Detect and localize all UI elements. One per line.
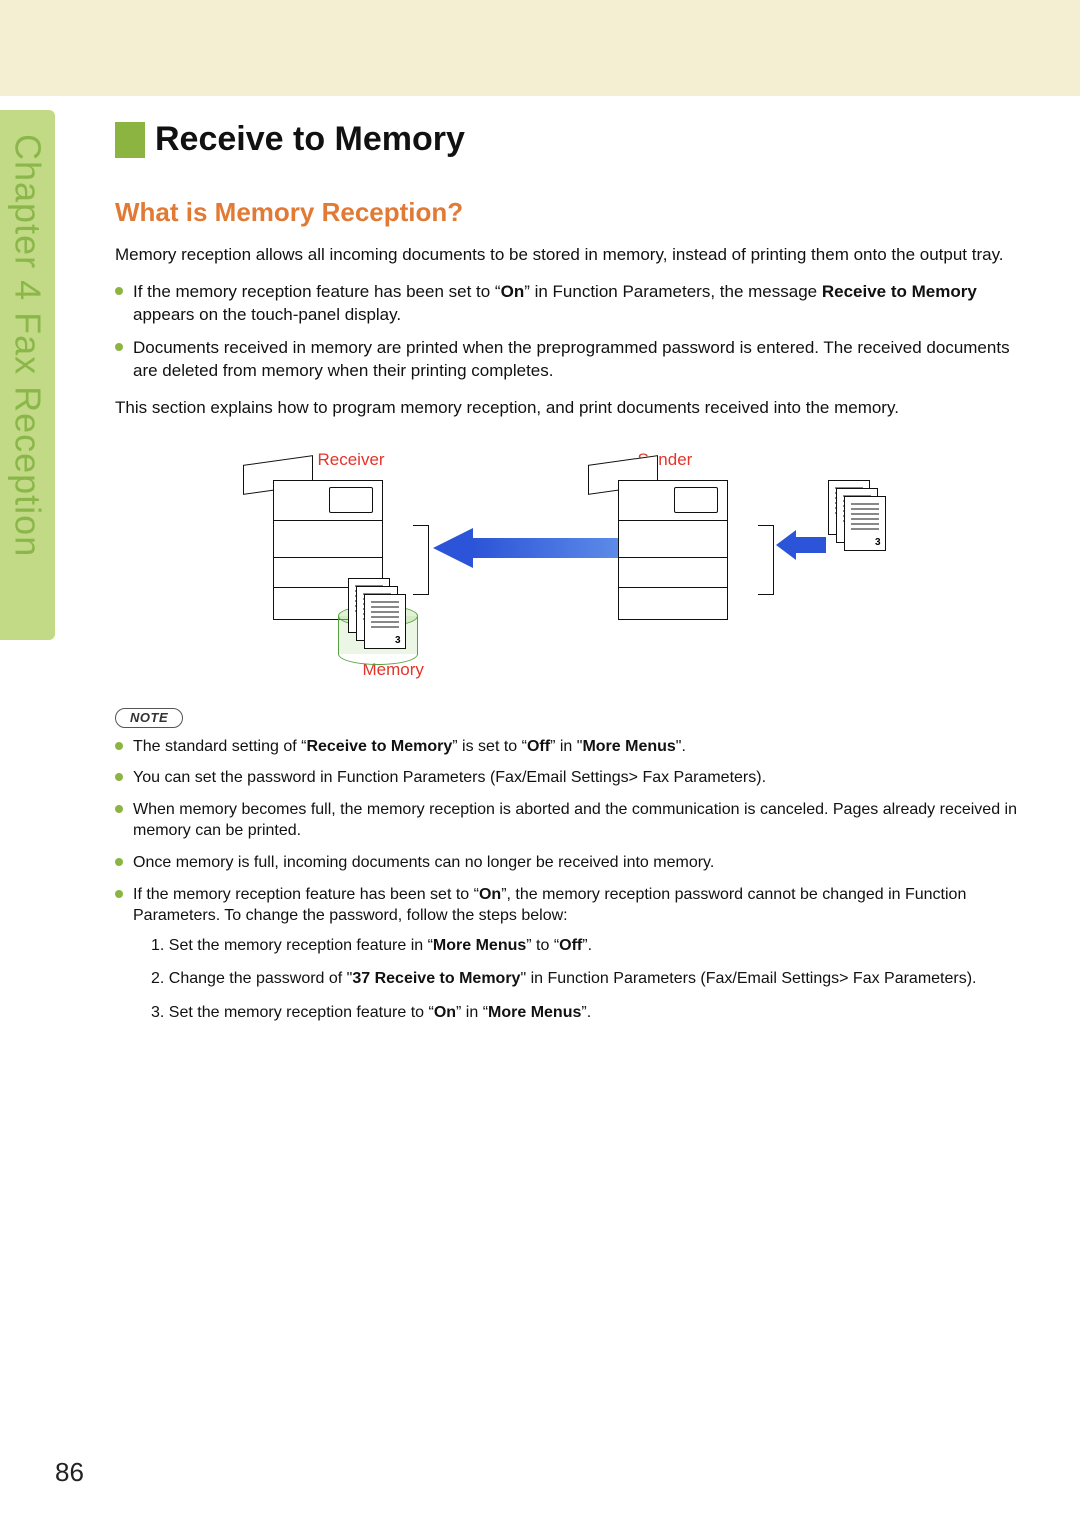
text: If the memory reception feature has been… <box>133 886 479 903</box>
page-number: 86 <box>55 1457 84 1488</box>
note-item: You can set the password in Function Par… <box>115 767 1020 789</box>
title-accent-bar <box>115 122 145 158</box>
step-item: 3. Set the memory reception feature to “… <box>151 1002 1020 1024</box>
bold-text: Off <box>527 738 550 755</box>
text: " in Function Parameters (Fax/Email Sett… <box>520 970 976 987</box>
sender-machine-icon <box>618 480 758 620</box>
text: ” in “ <box>456 1004 488 1021</box>
text: You can set the password in Function Par… <box>133 769 766 786</box>
bold-text: On <box>479 886 501 903</box>
bold-text: On <box>434 1004 456 1021</box>
page-num: 3 <box>875 537 881 548</box>
text: 1. Set the memory reception feature in “ <box>151 937 433 954</box>
title-row: Receive to Memory <box>115 120 1020 159</box>
text: ” to “ <box>526 937 559 954</box>
bullet-item: Documents received in memory are printed… <box>115 337 1020 383</box>
text: ” in Function Parameters, the message <box>524 282 822 301</box>
memory-reception-diagram: Receiver Sender Memory 1 2 3 <box>218 450 918 680</box>
page-num: 3 <box>395 635 401 646</box>
text: ” in " <box>550 738 582 755</box>
arrow-small-icon <box>776 530 826 560</box>
note-item: The standard setting of “Receive to Memo… <box>115 736 1020 758</box>
page-content: Receive to Memory What is Memory Recepti… <box>115 120 1020 1036</box>
section-subheading: What is Memory Reception? <box>115 197 1020 228</box>
sender-pages-icon: 1 2 3 <box>828 480 888 550</box>
top-bar <box>0 0 1080 96</box>
text: ”. <box>582 937 592 954</box>
receiver-pages-icon: 1 2 3 <box>348 578 408 648</box>
bold-text: Off <box>559 937 582 954</box>
diagram-label-receiver: Receiver <box>318 450 385 470</box>
note-list: The standard setting of “Receive to Memo… <box>115 736 1020 1024</box>
text: The standard setting of “ <box>133 738 306 755</box>
section-paragraph: This section explains how to program mem… <box>115 397 1020 420</box>
chapter-tab: Chapter 4 Fax Reception <box>0 110 55 640</box>
step-item: 2. Change the password of "37 Receive to… <box>151 968 1020 990</box>
note-badge: NOTE <box>115 708 183 728</box>
page-title: Receive to Memory <box>155 120 465 159</box>
bold-text: Receive to Memory <box>822 282 977 301</box>
text: appears on the touch-panel display. <box>133 305 401 324</box>
note-item: When memory becomes full, the memory rec… <box>115 799 1020 842</box>
bold-text: More Menus <box>433 937 526 954</box>
text: ” is set to “ <box>452 738 527 755</box>
bold-text: 37 Receive to Memory <box>352 970 520 987</box>
bold-text: More Menus <box>582 738 675 755</box>
bold-text: More Menus <box>488 1004 581 1021</box>
bold-text: On <box>501 282 525 301</box>
text: ”. <box>581 1004 591 1021</box>
text: ". <box>676 738 686 755</box>
text: Documents received in memory are printed… <box>133 338 1010 380</box>
intro-paragraph: Memory reception allows all incoming doc… <box>115 244 1020 267</box>
text: 3. Set the memory reception feature to “ <box>151 1004 434 1021</box>
step-item: 1. Set the memory reception feature in “… <box>151 935 1020 957</box>
arrow-large-icon <box>433 528 623 568</box>
text: If the memory reception feature has been… <box>133 282 501 301</box>
text: 2. Change the password of " <box>151 970 352 987</box>
text: When memory becomes full, the memory rec… <box>133 801 1017 840</box>
bullet-item: If the memory reception feature has been… <box>115 281 1020 327</box>
chapter-tab-label: Chapter 4 Fax Reception <box>7 110 49 557</box>
bold-text: Receive to Memory <box>306 738 452 755</box>
note-item: Once memory is full, incoming documents … <box>115 852 1020 874</box>
top-bullet-list: If the memory reception feature has been… <box>115 281 1020 383</box>
note-steps: 1. Set the memory reception feature in “… <box>151 935 1020 1024</box>
text: Once memory is full, incoming documents … <box>133 854 714 871</box>
note-item: If the memory reception feature has been… <box>115 884 1020 1024</box>
